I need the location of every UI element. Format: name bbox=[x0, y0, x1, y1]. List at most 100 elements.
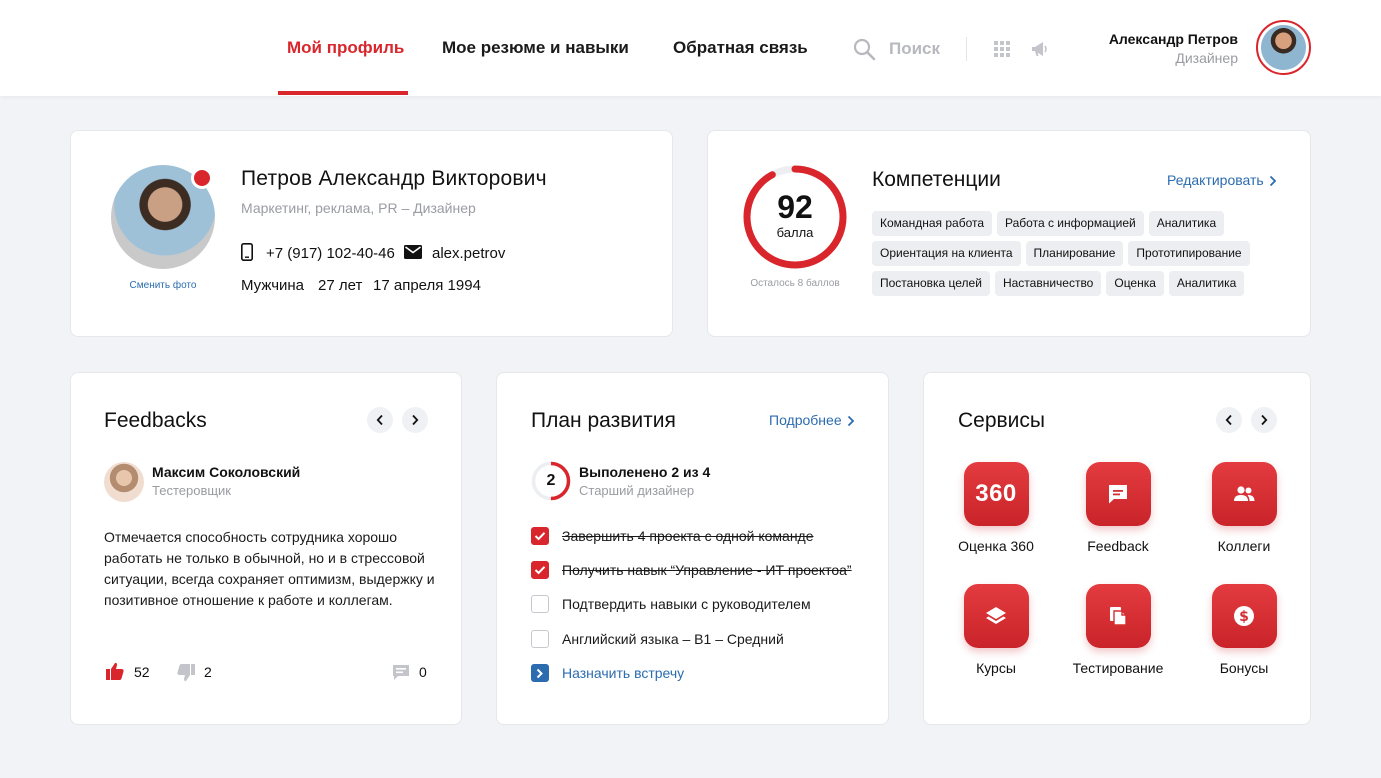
competency-chip[interactable]: Прототипирование bbox=[1128, 241, 1250, 266]
development-plan-card: План развития Подробнее 2 Выполенено 2 и… bbox=[496, 372, 889, 725]
chevron-left-icon bbox=[376, 414, 383, 426]
services-prev-button[interactable] bbox=[1216, 407, 1242, 433]
service-label: Feedback bbox=[1087, 538, 1149, 554]
services-title: Сервисы bbox=[958, 409, 1046, 432]
competencies-card: 92 балла Осталось 8 баллов Компетенции Р… bbox=[707, 130, 1311, 337]
header-user-name[interactable]: Александр Петров bbox=[1109, 31, 1238, 47]
plan-title: План развития bbox=[531, 409, 676, 432]
plan-task[interactable]: Завершить 4 проекта с одной команде bbox=[531, 527, 814, 545]
tab-resume-skills[interactable]: Мое резюме и навыки bbox=[442, 38, 629, 58]
task-checkbox[interactable] bbox=[531, 630, 549, 648]
task-label: Завершить 4 проекта с одной команде bbox=[562, 528, 814, 544]
chevron-right-icon bbox=[412, 414, 419, 426]
competency-chips: Командная работа Работа с информацией Ан… bbox=[872, 211, 1292, 301]
chevron-left-icon bbox=[1225, 414, 1232, 426]
services-next-button[interactable] bbox=[1251, 407, 1277, 433]
schedule-meeting-button[interactable]: Назначить встречу bbox=[531, 664, 684, 682]
svg-text:$: $ bbox=[1239, 609, 1249, 625]
plan-more-link[interactable]: Подробнее bbox=[769, 412, 842, 428]
feedback-author-name[interactable]: Максим Соколовский bbox=[152, 464, 300, 480]
score-value: 92 bbox=[777, 189, 813, 225]
competency-chip[interactable]: Командная работа bbox=[872, 211, 993, 236]
chevron-right-icon bbox=[1261, 414, 1268, 426]
feedback-author-role: Тестеровщик bbox=[152, 483, 231, 498]
plan-status: Выполенено 2 из 4 bbox=[579, 464, 711, 480]
feedback-author-avatar[interactable] bbox=[104, 462, 144, 502]
profile-full-name: Петров Александр Викторович bbox=[241, 167, 547, 190]
dislikes-count: 2 bbox=[204, 664, 212, 680]
360-badge-icon: 360 bbox=[963, 462, 1029, 526]
arrow-right-icon bbox=[531, 664, 549, 682]
search-icon[interactable] bbox=[852, 37, 876, 61]
search-input[interactable]: Поиск bbox=[889, 39, 940, 59]
plan-task[interactable]: Английский языка – B1 – Средний bbox=[531, 630, 784, 648]
profile-phone[interactable]: +7 (917) 102-40-46 bbox=[266, 245, 395, 262]
competency-chip[interactable]: Работа с информацией bbox=[997, 211, 1144, 236]
service-testing[interactable]: Тестирование bbox=[1058, 584, 1178, 676]
schedule-meeting-label[interactable]: Назначить встречу bbox=[562, 665, 684, 681]
competency-chip[interactable]: Ориентация на клиента bbox=[872, 241, 1021, 266]
task-checkbox[interactable] bbox=[531, 527, 549, 545]
profile-subtitle: Маркетинг, реклама, PR – Дизайнер bbox=[241, 200, 476, 216]
competency-chip[interactable]: Наставничество bbox=[994, 271, 1102, 296]
thumbs-down-icon[interactable] bbox=[177, 664, 195, 682]
service-label: Курсы bbox=[976, 660, 1016, 676]
plan-task[interactable]: Подтвердить навыки с руководителем bbox=[531, 595, 811, 613]
competencies-title: Компетенции bbox=[872, 168, 1001, 191]
change-photo-link[interactable]: Сменить фото bbox=[111, 280, 215, 291]
feedbacks-card: Feedbacks Максим Соколовский Тестеровщик… bbox=[70, 372, 462, 725]
service-courses[interactable]: Курсы bbox=[936, 584, 1056, 676]
people-icon bbox=[1234, 486, 1255, 501]
competency-chip[interactable]: Постановка целей bbox=[872, 271, 990, 296]
service-colleagues[interactable]: Коллеги bbox=[1184, 462, 1304, 554]
top-header: Мой профиль Мое резюме и навыки Обратная… bbox=[0, 0, 1381, 96]
likes-count: 52 bbox=[134, 664, 150, 680]
layers-icon bbox=[986, 607, 1006, 624]
thumbs-up-icon[interactable] bbox=[106, 662, 124, 680]
service-label: Бонусы bbox=[1219, 660, 1269, 676]
profile-email[interactable]: alex.petrov bbox=[432, 245, 505, 262]
services-card: Сервисы 360 Оценка 360 Feedback Коллеги … bbox=[923, 372, 1311, 725]
status-dot bbox=[191, 167, 213, 189]
header-avatar[interactable] bbox=[1256, 20, 1311, 75]
header-user-role: Дизайнер bbox=[1175, 50, 1238, 66]
service-360-assessment[interactable]: 360 Оценка 360 bbox=[936, 462, 1056, 554]
mail-icon bbox=[404, 245, 422, 259]
apps-grid-icon[interactable] bbox=[994, 41, 1010, 57]
competency-chip[interactable]: Аналитика bbox=[1168, 271, 1245, 296]
task-label: Получить навык “Управление - ИТ проектоа… bbox=[562, 562, 852, 578]
task-label: Подтвердить навыки с руководителем bbox=[562, 596, 811, 612]
service-label: Тестирование bbox=[1072, 660, 1164, 676]
chevron-right-icon[interactable] bbox=[1269, 175, 1277, 187]
feedbacks-title: Feedbacks bbox=[104, 409, 207, 432]
feedback-text: Отмечается способность сотрудника хорошо… bbox=[104, 529, 435, 608]
tab-my-profile[interactable]: Мой профиль bbox=[287, 38, 404, 58]
comments-count: 0 bbox=[419, 664, 427, 680]
competency-chip[interactable]: Аналитика bbox=[1148, 211, 1225, 236]
feedbacks-next-button[interactable] bbox=[402, 407, 428, 433]
profile-card: Сменить фото Петров Александр Викторович… bbox=[70, 130, 673, 337]
service-feedback[interactable]: Feedback bbox=[1058, 462, 1178, 554]
task-checkbox[interactable] bbox=[531, 595, 549, 613]
task-checkbox[interactable] bbox=[531, 561, 549, 579]
competency-chip[interactable]: Планирование bbox=[1025, 241, 1124, 266]
tab-feedback[interactable]: Обратная связь bbox=[673, 38, 808, 58]
dollar-coin-icon: $ bbox=[1234, 606, 1254, 626]
score-remaining: Осталось 8 баллов bbox=[750, 278, 840, 289]
service-bonuses[interactable]: $ Бонусы bbox=[1184, 584, 1304, 676]
profile-birth-date: 17 апреля 1994 bbox=[373, 277, 481, 294]
score-unit: балла bbox=[776, 225, 814, 240]
task-label: Английский языка – B1 – Средний bbox=[562, 631, 784, 647]
profile-age: 27 лет bbox=[318, 277, 363, 294]
service-label: Коллеги bbox=[1217, 538, 1271, 554]
comment-icon[interactable] bbox=[392, 664, 410, 681]
plan-task[interactable]: Получить навык “Управление - ИТ проектоа… bbox=[531, 561, 852, 579]
feedbacks-prev-button[interactable] bbox=[367, 407, 393, 433]
competency-chip[interactable]: Оценка bbox=[1106, 271, 1164, 296]
chevron-right-icon[interactable] bbox=[847, 415, 855, 427]
active-tab-underline bbox=[278, 91, 408, 95]
edit-competencies-link[interactable]: Редактировать bbox=[1167, 172, 1264, 188]
megaphone-icon[interactable] bbox=[1030, 39, 1050, 59]
service-label: Оценка 360 bbox=[958, 538, 1034, 554]
chat-bubble-icon bbox=[1109, 485, 1127, 504]
